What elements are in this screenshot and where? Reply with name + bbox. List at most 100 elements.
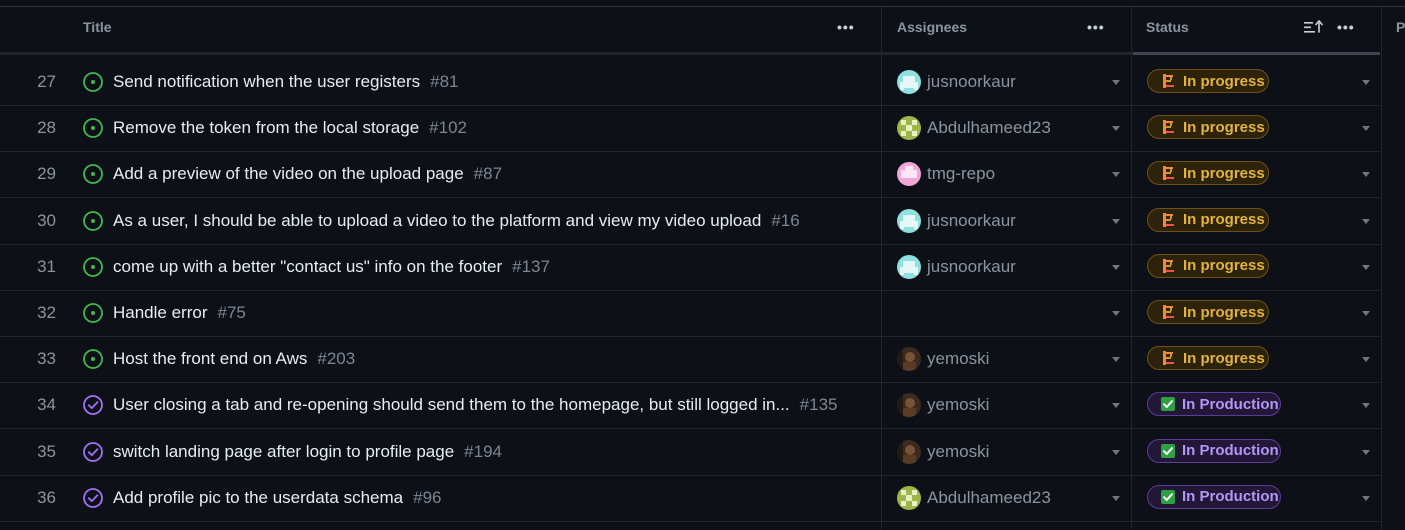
in-progress-icon xyxy=(1163,212,1174,227)
title-column-menu-icon[interactable]: ••• xyxy=(837,19,855,35)
status-dropdown-chevron-icon[interactable] xyxy=(1362,357,1370,363)
status-badge[interactable]: In progress xyxy=(1147,69,1269,93)
avatar[interactable] xyxy=(897,162,921,187)
avatar[interactable] xyxy=(897,393,921,418)
cell-divider xyxy=(1381,151,1382,198)
assignee-dropdown-chevron-icon[interactable] xyxy=(1112,218,1120,224)
assignee-dropdown-chevron-icon[interactable] xyxy=(1112,264,1120,270)
table-row[interactable]: 31 come up with a better "contact us" inf… xyxy=(0,243,1382,291)
table-row[interactable]: 32 Handle error #75 In progress xyxy=(0,290,1382,337)
cell-divider xyxy=(1381,59,1382,105)
status-dropdown-chevron-icon[interactable] xyxy=(1362,311,1370,316)
column-header-assignees[interactable]: Assignees xyxy=(897,7,967,47)
status-label: In progress xyxy=(1183,72,1265,90)
avatar[interactable] xyxy=(897,254,921,279)
cell-divider xyxy=(1131,382,1132,429)
table-row[interactable]: 27 Send notification when the user regist… xyxy=(0,59,1382,106)
status-label: In progress xyxy=(1183,349,1265,367)
column-header-status[interactable]: Status xyxy=(1146,7,1189,47)
status-label: In progress xyxy=(1183,211,1265,229)
status-dropdown-chevron-icon[interactable] xyxy=(1362,403,1370,409)
row-number: 31 xyxy=(37,256,56,276)
issue-title-link[interactable]: Remove the token from the local storage xyxy=(113,105,419,151)
status-dropdown-chevron-icon[interactable] xyxy=(1362,449,1370,455)
issue-closed-icon xyxy=(82,441,104,463)
issue-title-link[interactable]: switch landing page after login to profi… xyxy=(113,429,454,475)
table-row[interactable]: 36 Add profile pic to the userdata schema… xyxy=(0,474,1382,522)
cell-divider xyxy=(881,151,882,198)
column-header-title[interactable]: Title xyxy=(83,7,112,47)
assignee-name[interactable]: Abdulhameed23 xyxy=(927,105,1051,151)
sort-ascending-icon[interactable] xyxy=(1303,19,1325,35)
table-header: Title ••• Assignees ••• Status ••• P xyxy=(0,7,1405,529)
assignee-dropdown-chevron-icon[interactable] xyxy=(1112,403,1120,409)
status-badge[interactable]: In progress xyxy=(1147,253,1269,278)
status-badge[interactable]: In progress xyxy=(1147,115,1269,140)
issue-open-icon xyxy=(82,210,104,232)
assignee-name[interactable]: jusnoorkaur xyxy=(927,59,1016,105)
issue-title-link[interactable]: User closing a tab and re-opening should… xyxy=(113,382,790,428)
assignee-dropdown-chevron-icon[interactable] xyxy=(1112,126,1120,132)
table-row[interactable]: 28 Remove the token from the local storag… xyxy=(0,105,1382,153)
status-label: In progress xyxy=(1183,164,1265,182)
status-dropdown-chevron-icon[interactable] xyxy=(1362,126,1370,132)
status-dropdown-chevron-icon[interactable] xyxy=(1362,80,1370,85)
table-row[interactable]: 35 switch landing page after login to pro… xyxy=(0,428,1382,476)
cell-divider xyxy=(1381,428,1382,475)
assignee-dropdown-chevron-icon[interactable] xyxy=(1112,357,1120,363)
status-dropdown-chevron-icon[interactable] xyxy=(1362,218,1370,224)
avatar[interactable] xyxy=(897,70,921,94)
assignee-name[interactable]: jusnoorkaur xyxy=(927,244,1016,290)
status-dropdown-chevron-icon[interactable] xyxy=(1362,172,1370,178)
table-row[interactable]: 30 As a user, I should be able to upload … xyxy=(0,197,1382,245)
avatar[interactable] xyxy=(897,208,921,233)
status-label: In Production xyxy=(1182,395,1279,413)
issue-title-link[interactable]: Handle error xyxy=(113,290,208,336)
status-badge[interactable]: In progress xyxy=(1147,207,1269,232)
table-row[interactable]: 34 User closing a tab and re-opening shou… xyxy=(0,382,1382,430)
status-badge[interactable]: In Production xyxy=(1147,392,1281,417)
table-row[interactable]: 33 Host the front end on Aws #203 yemoski In… xyxy=(0,336,1382,384)
assignee-name[interactable]: yemoski xyxy=(927,429,989,475)
status-dropdown-chevron-icon[interactable] xyxy=(1362,264,1370,270)
issue-title-link[interactable]: Add a preview of the video on the upload… xyxy=(113,151,464,197)
status-column-menu-icon[interactable]: ••• xyxy=(1337,19,1355,35)
issue-open-icon xyxy=(82,348,104,370)
issue-number: #87 xyxy=(473,164,503,184)
issue-number: #135 xyxy=(799,395,838,415)
status-badge[interactable]: In progress xyxy=(1147,161,1269,186)
issue-title-link[interactable]: come up with a better "contact us" info … xyxy=(113,244,502,290)
issue-title-link[interactable]: Send notification when the user register… xyxy=(113,59,420,105)
column-header-partial[interactable]: P xyxy=(1396,7,1405,47)
assignees-column-menu-icon[interactable]: ••• xyxy=(1087,19,1105,35)
avatar[interactable] xyxy=(897,439,921,464)
avatar[interactable] xyxy=(897,116,921,141)
assignee-dropdown-chevron-icon[interactable] xyxy=(1112,495,1120,501)
status-badge[interactable]: In progress xyxy=(1147,300,1269,324)
assignee-name[interactable]: tmg-repo xyxy=(927,151,995,197)
assignee-name[interactable]: yemoski xyxy=(927,382,989,428)
status-badge[interactable]: In progress xyxy=(1147,346,1269,371)
status-dropdown-chevron-icon[interactable] xyxy=(1362,495,1370,501)
avatar[interactable] xyxy=(897,485,921,510)
assignee-dropdown-chevron-icon[interactable] xyxy=(1112,449,1120,455)
assignee-dropdown-chevron-icon[interactable] xyxy=(1112,172,1120,178)
avatar[interactable] xyxy=(897,347,921,372)
assignee-dropdown-chevron-icon[interactable] xyxy=(1112,80,1120,85)
cell-divider xyxy=(1131,243,1132,290)
table-row[interactable]: 29 Add a preview of the video on the uplo… xyxy=(0,151,1382,199)
assignee-name[interactable]: jusnoorkaur xyxy=(927,198,1016,244)
assignee-name[interactable]: yemoski xyxy=(927,336,989,382)
issue-title-link[interactable]: As a user, I should be able to upload a … xyxy=(113,198,761,244)
status-badge[interactable]: In Production xyxy=(1147,484,1281,509)
assignee-dropdown-chevron-icon[interactable] xyxy=(1112,311,1120,316)
cell-divider xyxy=(1381,474,1382,521)
issue-title-link[interactable]: Host the front end on Aws xyxy=(113,336,307,382)
cell-divider xyxy=(881,474,882,521)
issue-number: #75 xyxy=(217,303,246,322)
issue-title-link[interactable]: Add profile pic to the userdata schema xyxy=(113,475,403,521)
cell-divider xyxy=(1131,151,1132,198)
in-progress-icon xyxy=(1163,74,1174,88)
status-badge[interactable]: In Production xyxy=(1147,438,1281,463)
assignee-name[interactable]: Abdulhameed23 xyxy=(927,475,1051,521)
